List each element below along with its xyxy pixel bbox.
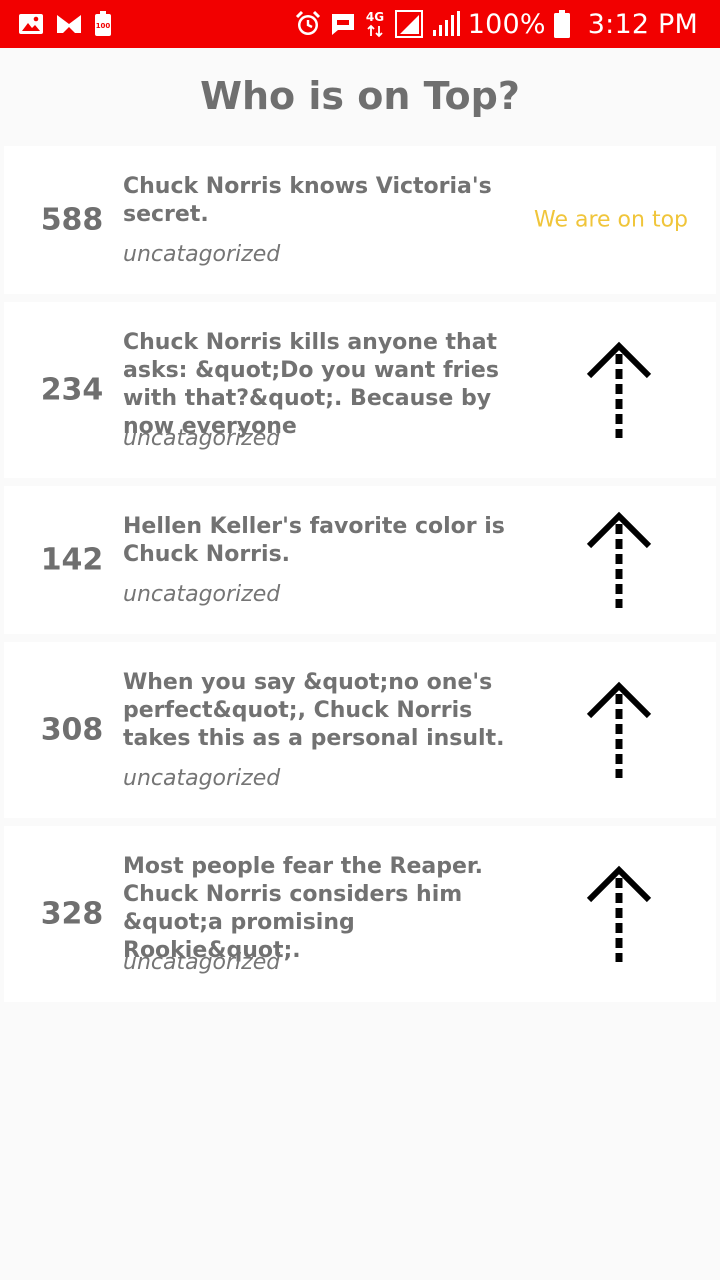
joke-score: 234: [40, 372, 104, 408]
joke-category: uncatagorized: [123, 426, 281, 451]
joke-category: uncatagorized: [123, 582, 281, 607]
joke-card: 142 Hellen Keller's favorite color is Ch…: [4, 486, 716, 634]
status-time: 3:12 PM: [587, 8, 698, 40]
joke-text: Most people fear the Reaper. Chuck Norri…: [123, 854, 483, 963]
joke-score: 588: [40, 202, 104, 238]
joke-text: When you say &quot;no one's perfect&quot…: [123, 670, 505, 751]
message-icon: [330, 11, 356, 37]
status-bar-left: 100: [18, 0, 124, 48]
alarm-icon: [294, 10, 322, 38]
joke-card: 308 When you say &quot;no one's perfect&…: [4, 642, 716, 818]
network-label: 4G: [366, 10, 384, 24]
joke-category: uncatagorized: [123, 766, 281, 791]
network-4g-icon: 4G: [364, 9, 386, 39]
upvote-arrow-icon[interactable]: [581, 510, 657, 610]
upvote-arrow-icon[interactable]: [581, 340, 657, 440]
sim-signal-icon: [394, 9, 424, 39]
status-bar-right: 4G 100% 3:12 PM: [294, 0, 698, 48]
upvote-arrow-icon[interactable]: [581, 680, 657, 780]
joke-score: 308: [40, 712, 104, 748]
joke-card: 328 Most people fear the Reaper. Chuck N…: [4, 826, 716, 1002]
joke-text: Hellen Keller's favorite color is Chuck …: [123, 514, 505, 567]
status-bar: 100 4G 100% 3:12 PM: [0, 0, 720, 48]
image-icon: [18, 13, 44, 35]
on-top-label: We are on top: [533, 207, 688, 233]
joke-text: Chuck Norris kills anyone that asks: &qu…: [123, 330, 499, 439]
cell-signal-icon: [432, 10, 460, 38]
page-title: Who is on Top?: [200, 74, 520, 118]
joke-list: 588 Chuck Norris knows Victoria's secret…: [4, 146, 716, 1010]
battery-saver-icon: 100: [94, 11, 112, 37]
upvote-arrow-icon[interactable]: [581, 864, 657, 964]
joke-card: 234 Chuck Norris kills anyone that asks:…: [4, 302, 716, 478]
joke-category: uncatagorized: [123, 242, 281, 267]
battery-percent: 100%: [467, 8, 546, 40]
svg-text:100: 100: [96, 22, 111, 30]
mail-app-icon: [56, 13, 82, 35]
joke-score: 142: [40, 542, 104, 578]
joke-category: uncatagorized: [123, 950, 281, 975]
joke-text: Chuck Norris knows Victoria's secret.: [123, 174, 492, 227]
joke-card: 588 Chuck Norris knows Victoria's secret…: [4, 146, 716, 294]
battery-icon: [553, 10, 570, 38]
joke-score: 328: [40, 896, 104, 932]
